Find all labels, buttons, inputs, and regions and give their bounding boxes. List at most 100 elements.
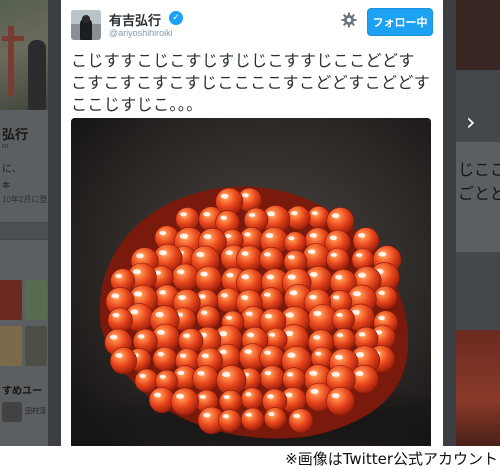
roe-highlight [203,412,211,418]
tweet-text-line: こじすすこじこすじすじじこすすじここどどす [71,51,415,70]
roe-highlight [336,333,344,338]
roe-highlight [309,294,317,300]
roe-sphere [325,386,355,416]
tweet-photo[interactable] [71,118,431,446]
roe-highlight [133,291,142,297]
roe-highlight [223,395,230,399]
roe-highlight [334,354,343,360]
roe-sphere [236,245,263,272]
roe-highlight [330,252,337,257]
roe-highlight [331,213,340,219]
gear-icon[interactable] [341,12,357,28]
background-profile-panel: 弘行 ro に、 本 10年2月に登 すめユー 田村淳 [0,0,48,446]
roe-highlight [182,333,190,338]
avatar[interactable] [71,10,101,40]
roe-sphere [152,346,178,372]
twitter-overlay-screen: 弘行 ro に、 本 10年2月に登 すめユー 田村淳 › じここ ごとど 有吉… [0,0,500,446]
roe-highlight [244,232,251,237]
roe-highlight [335,274,343,280]
roe-highlight [156,329,165,335]
roe-highlight [268,412,275,416]
roe-highlight [159,230,167,236]
roe-highlight [241,274,249,280]
roe-highlight [287,274,296,280]
tweet-screen-name[interactable]: @ariyoshihiroiki [109,28,173,38]
roe-sphere [107,307,133,333]
roe-sphere [259,246,284,272]
roe-sphere [259,365,285,391]
background-reply-text: じここ [458,162,500,179]
background-mini-name: 田村淳 [25,408,46,415]
roe-highlight [357,233,366,238]
background-tweet-box [0,222,48,240]
chevron-right-icon[interactable]: › [466,110,476,134]
roe-sphere [240,407,265,431]
roe-highlight [225,250,233,255]
roe-highlight [115,353,123,358]
roe-highlight [115,273,122,279]
roe-sphere [259,287,284,312]
tweet-text-line: こすこすこすこすじここここすこどどすこどどす [71,73,431,92]
roe-highlight [111,293,120,299]
roe-highlight [220,215,227,220]
roe-highlight [137,334,145,339]
roe-sphere [373,285,398,310]
roe-highlight [378,315,385,321]
roe-highlight [112,312,120,318]
roe-highlight [331,393,340,399]
roe-highlight [225,233,232,238]
roe-highlight [179,233,189,239]
roe-highlight [222,414,229,419]
roe-highlight [313,310,322,317]
roe-highlight [309,272,318,277]
roe-highlight [265,233,274,238]
roe-highlight [220,293,228,298]
roe-highlight [336,312,343,317]
roe-highlight [245,392,252,397]
roe-highlight [378,290,385,295]
roe-highlight [196,251,205,258]
follow-button[interactable]: フォロー中 [367,8,433,36]
roe-sphere [134,368,159,393]
roe-highlight [288,255,295,260]
roe-highlight [245,412,252,417]
roe-highlight [178,295,186,300]
roe-highlight [264,370,272,376]
roe-highlight [378,251,387,257]
roe-highlight [139,373,146,378]
roe-highlight [264,313,272,319]
roe-highlight [179,353,187,358]
sushi-photo-image [71,118,431,446]
roe-highlight [203,234,212,240]
roe-highlight [355,253,363,258]
roe-highlight [226,272,234,278]
roe-sphere [109,347,137,375]
roe-highlight [177,370,185,375]
roe-highlight [332,295,340,300]
roe-highlight [315,351,322,356]
roe-highlight [313,335,321,340]
roe-highlight [200,310,208,315]
roe-highlight [267,211,275,217]
roe-highlight [358,332,366,337]
tweet-card: 有吉弘行 ✓ @ariyoshihiroiki フォロー中 こじすすこじこすじす… [61,0,443,446]
roe-highlight [309,233,317,238]
roe-highlight [158,290,166,295]
background-recommend-heading: すめユー [2,386,42,397]
roe-sphere [240,387,264,411]
background-profile-handle: ro [2,143,9,150]
roe-sphere [288,408,314,434]
tweet-display-name[interactable]: 有吉弘行 [109,10,161,29]
roe-highlight [293,413,300,419]
background-reply-text: ごとど [458,186,500,203]
roe-highlight [109,334,118,340]
roe-highlight [355,352,364,358]
image-credit-caption: ※画像はTwitter公式アカウント [0,446,500,469]
roe-highlight [220,193,229,199]
roe-highlight [285,392,293,398]
roe-sphere [195,265,223,293]
roe-sphere [332,328,356,352]
roe-highlight [355,371,364,377]
roe-highlight [240,295,249,300]
roe-highlight [198,294,206,299]
